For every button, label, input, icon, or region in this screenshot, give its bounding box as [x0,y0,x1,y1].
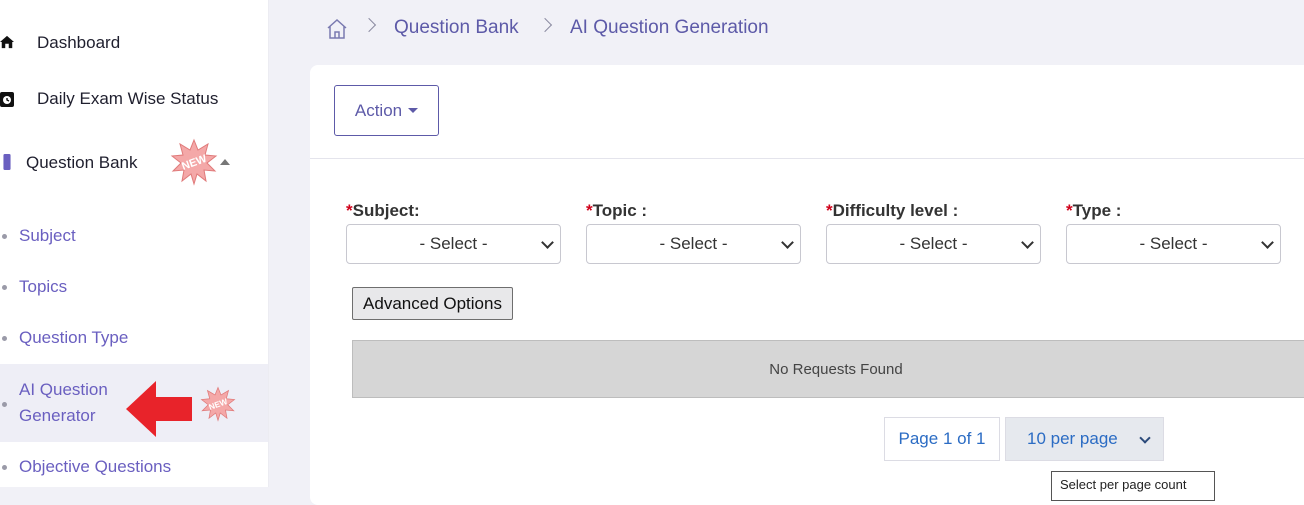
advanced-options-button[interactable]: Advanced Options [352,287,513,320]
topic-label: *Topic : [586,201,648,220]
subject-label: *Subject: [346,201,420,220]
sidebar-item-label: Dashboard [37,33,121,52]
new-badge-icon: NEW [200,386,236,422]
difficulty-select[interactable]: - Select - [826,224,1041,264]
bullet-icon [2,402,7,407]
chevron-right-icon [361,17,377,33]
caret-up-icon[interactable] [220,159,230,165]
sidebar: Dashboard Daily Exam Wise Status Questio… [0,0,269,487]
book-icon [3,154,11,170]
sidebar-subitem-label: Subject [19,226,76,245]
page-info[interactable]: Page 1 of 1 [884,417,1000,461]
bullet-icon [2,234,7,239]
type-label: *Type : [1066,201,1122,220]
difficulty-select-value: - Select - [899,234,968,253]
sidebar-subitem-ai-question-generator[interactable]: AI Question Generator NEW [0,377,268,437]
subject-select-value: - Select - [419,234,488,253]
arrow-left-icon [126,381,192,437]
sidebar-subitem-label: Topics [19,277,68,296]
per-page-value: 10 per page [1027,429,1118,448]
new-badge-icon: NEW [170,138,218,186]
sidebar-subitem-label: Objective Questions [19,457,172,476]
per-page-tooltip: Select per page count [1051,471,1215,501]
sidebar-subitem-question-type[interactable]: Question Type [0,325,268,353]
chevron-right-icon [537,17,553,33]
main-card: Action *Subject: - Select - *Topic : - S… [310,65,1304,505]
bullet-icon [2,465,7,470]
bullet-icon [2,285,7,290]
sidebar-item-label: Daily Exam Wise Status [37,89,219,108]
type-select[interactable]: - Select - [1066,224,1281,264]
sidebar-subitem-label: Question Type [19,328,129,347]
chevron-down-icon [541,236,554,249]
topic-select[interactable]: - Select - [586,224,801,264]
divider [310,158,1304,159]
action-label: Action [354,100,403,120]
clock-icon [0,92,14,107]
breadcrumb-question-bank[interactable]: Question Bank [394,17,519,39]
chevron-down-icon [1021,236,1034,249]
per-page-select[interactable]: 10 per page [1005,417,1164,461]
breadcrumb-current-page: AI Question Generation [570,17,769,38]
sidebar-subitem-label: AI Question Generator [19,380,108,425]
home-outline-icon[interactable] [326,18,348,40]
caret-down-icon [408,108,419,113]
sidebar-item-question-bank[interactable]: Question Bank NEW [0,138,268,186]
chevron-down-icon [1261,236,1274,249]
sidebar-subitem-topics[interactable]: Topics [0,274,268,302]
sidebar-item-label: Question Bank [26,153,138,172]
type-select-value: - Select - [1139,234,1208,253]
sidebar-subitem-subject[interactable]: Subject [0,223,268,251]
subject-select[interactable]: - Select - [346,224,561,264]
chevron-down-icon [1139,432,1151,444]
difficulty-label: *Difficulty level : [826,201,959,220]
home-icon [0,35,14,49]
action-dropdown-button[interactable]: Action [334,85,439,136]
chevron-down-icon [781,236,794,249]
empty-state-message: No Requests Found [352,340,1304,398]
sidebar-subitem-objective-questions[interactable]: Objective Questions [0,454,268,482]
topic-select-value: - Select - [659,234,728,253]
bullet-icon [2,336,7,341]
